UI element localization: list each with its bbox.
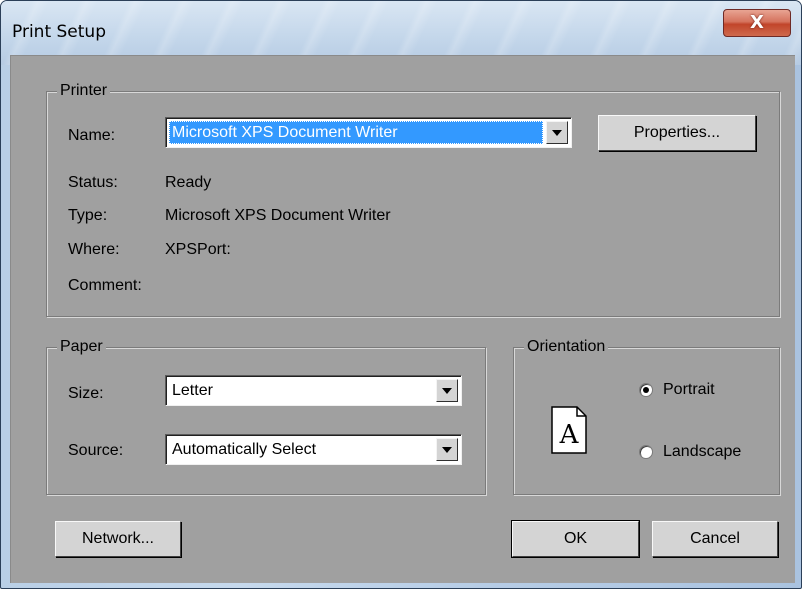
paper-source-select[interactable]: Automatically Select	[165, 434, 462, 465]
type-value: Microsoft XPS Document Writer	[165, 207, 391, 224]
landscape-radio[interactable]	[639, 445, 653, 459]
print-setup-dialog: Print Setup X Printer Name: Microsoft XP…	[0, 0, 802, 589]
ok-button[interactable]: OK	[511, 520, 640, 558]
cancel-button-label: Cancel	[690, 530, 740, 547]
properties-button-label: Properties...	[633, 124, 721, 141]
network-button-label: Network...	[81, 530, 154, 547]
paper-group-label: Paper	[57, 337, 106, 357]
close-button[interactable]: X	[723, 9, 791, 37]
portrait-label[interactable]: Portrait	[663, 380, 715, 400]
landscape-label[interactable]: Landscape	[663, 442, 741, 462]
printer-name-value: Microsoft XPS Document Writer	[169, 121, 543, 144]
chevron-down-icon	[442, 387, 452, 394]
comment-label: Comment:	[68, 277, 142, 294]
paper-source-dropdown-button[interactable]	[436, 438, 458, 461]
status-label: Status:	[68, 174, 118, 191]
status-value: Ready	[165, 174, 212, 191]
dialog-title: Print Setup	[12, 22, 106, 42]
portrait-radio[interactable]	[639, 383, 653, 397]
page-orientation-icon: A	[551, 406, 587, 454]
paper-size-label: Size:	[68, 385, 104, 402]
where-label: Where:	[68, 241, 120, 258]
page-orientation-letter: A	[559, 420, 580, 450]
where-value: XPSPort:	[165, 241, 231, 258]
paper-group: Paper	[46, 337, 486, 495]
paper-size-value: Letter	[172, 382, 213, 399]
ok-button-label: OK	[563, 530, 588, 547]
paper-size-dropdown-button[interactable]	[436, 379, 458, 402]
printer-name-label: Name:	[68, 127, 116, 144]
paper-size-select[interactable]: Letter	[165, 375, 462, 406]
chevron-down-icon	[552, 129, 562, 136]
printer-group-label: Printer	[57, 81, 111, 101]
printer-name-select[interactable]: Microsoft XPS Document Writer	[165, 117, 572, 148]
chevron-down-icon	[442, 446, 452, 453]
properties-button[interactable]: Properties...	[598, 115, 756, 151]
network-button[interactable]: Network...	[55, 521, 181, 557]
printer-name-dropdown-button[interactable]	[546, 121, 568, 144]
dialog-body: Printer Name: Microsoft XPS Document Wri…	[10, 55, 795, 583]
type-label: Type:	[68, 207, 108, 224]
paper-source-value: Automatically Select	[172, 441, 317, 458]
orientation-group-label: Orientation	[524, 337, 609, 357]
cancel-button[interactable]: Cancel	[652, 521, 778, 557]
close-icon: X	[750, 12, 764, 33]
paper-source-label: Source:	[68, 442, 124, 459]
